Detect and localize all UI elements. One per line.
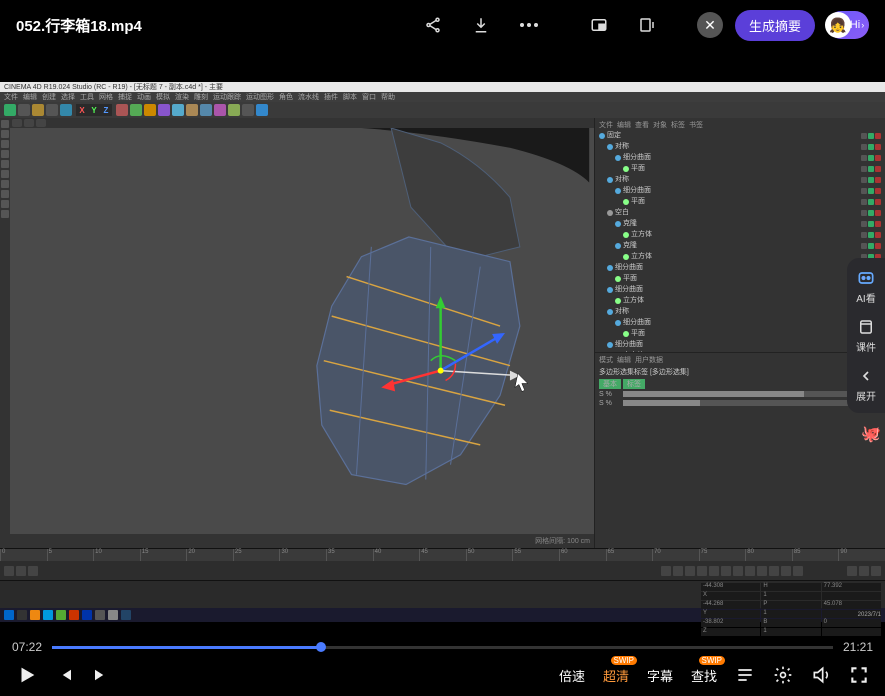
tree-row: 空白 — [599, 207, 881, 218]
drawer-expand[interactable]: 展开 — [856, 366, 876, 403]
progress-bar-row: 07:22 21:21 — [0, 640, 885, 654]
book-icon — [856, 317, 876, 337]
video-title: 052.行李箱18.mp4 — [16, 15, 403, 36]
c4d-menubar: 文件编辑创建选择工具网格捕捉动画模拟渲染雕刻运动跟踪运动图形角色流水线插件脚本窗… — [0, 92, 885, 102]
progress-fill — [52, 646, 321, 649]
tree-row: 平面 — [599, 328, 881, 339]
fullscreen-icon[interactable] — [849, 665, 869, 685]
time-current: 07:22 — [12, 640, 42, 654]
tree-row: 立方体 — [599, 251, 881, 262]
settings-icon[interactable] — [773, 665, 793, 685]
side-drawer: AI看 课件 展开 — [847, 258, 885, 413]
timeline: 051015202530354045505560657075808590 — [0, 548, 885, 580]
tree-row: 细分曲面 — [599, 284, 881, 295]
prev-button[interactable] — [56, 666, 74, 684]
close-icon[interactable]: ✕ — [697, 12, 723, 38]
attribute-manager: 模式编辑用户数据 多边形选集标签 [多边形选集] 基本 标签 S %S % — [595, 353, 885, 548]
viewport-status: 网格间隔: 100 cm — [10, 534, 594, 548]
tree-row: 细分曲面 — [599, 262, 881, 273]
swip-badge: SWIP — [699, 656, 725, 665]
tree-row: 对称 — [599, 174, 881, 185]
mesh-object — [317, 237, 528, 485]
time-total: 21:21 — [843, 640, 873, 654]
theater-icon[interactable] — [629, 7, 665, 43]
tree-row: 平面 — [599, 163, 881, 174]
ai-icon — [856, 268, 876, 288]
playlist-icon[interactable] — [735, 665, 755, 685]
swip-badge: SWIP — [611, 656, 637, 665]
c4d-window: CINEMA 4D R19.024 Studio (RC - R19) - [无… — [0, 82, 885, 594]
player-controls: 倍速 超清 SWIP 字幕 查找 SWIP — [0, 654, 885, 696]
c4d-left-toolbar — [0, 118, 10, 548]
video-top-bar: 052.行李箱18.mp4 ✕ 生成摘要 👧 Hi › — [0, 0, 885, 50]
share-icon[interactable] — [415, 7, 451, 43]
tree-row: 细分曲面 — [599, 317, 881, 328]
tree-row: 细分曲面 — [599, 152, 881, 163]
c4d-toolbar: X Y Z — [0, 102, 885, 118]
tree-row: 平面 — [599, 196, 881, 207]
next-button[interactable] — [92, 666, 110, 684]
progress-thumb[interactable] — [316, 642, 326, 652]
video-frame: CINEMA 4D R19.024 Studio (RC - R19) - [无… — [0, 82, 885, 594]
mascot-icon: 🐙 — [861, 424, 881, 444]
tree-row: 细分曲面 — [599, 339, 881, 350]
tree-row: 立方体 — [599, 295, 881, 306]
coord-bar: -44.308H77.392X1-44.268P45.078Y1-38.802B… — [0, 580, 885, 608]
object-manager: 文件编辑查看对象标签书签 固定对称细分曲面平面对称细分曲面平面空白克隆立方体克隆… — [595, 118, 885, 353]
generate-summary-button[interactable]: 生成摘要 — [735, 10, 815, 41]
progress-track[interactable] — [52, 646, 833, 649]
drawer-courseware[interactable]: 课件 — [856, 317, 876, 354]
tree-row: 对称 — [599, 306, 881, 317]
tree-row: 立方体 — [599, 229, 881, 240]
tree-row: 克隆 — [599, 218, 881, 229]
play-button[interactable] — [16, 664, 38, 686]
subtitle-button[interactable]: 字幕 — [647, 666, 673, 685]
drawer-ai-watch[interactable]: AI看 — [856, 268, 876, 305]
search-button[interactable]: 查找 SWIP — [691, 666, 717, 685]
download-icon[interactable] — [463, 7, 499, 43]
more-icon[interactable] — [511, 7, 547, 43]
tree-row: 固定 — [599, 130, 881, 141]
xyz-toggle: X Y Z — [76, 104, 112, 116]
c4d-viewport: 网格间隔: 100 cm — [10, 118, 595, 548]
tree-row: 克隆 — [599, 240, 881, 251]
avatar[interactable]: 👧 Hi › — [827, 11, 869, 39]
chevron-left-icon — [856, 366, 876, 386]
tree-row: 细分曲面 — [599, 185, 881, 196]
pip-icon[interactable] — [581, 7, 617, 43]
tree-row: 平面 — [599, 273, 881, 284]
quality-button[interactable]: 超清 SWIP — [603, 666, 629, 685]
volume-icon[interactable] — [811, 665, 831, 685]
tree-row: 对称 — [599, 141, 881, 152]
c4d-titlebar: CINEMA 4D R19.024 Studio (RC - R19) - [无… — [0, 82, 885, 92]
speed-button[interactable]: 倍速 — [559, 666, 585, 685]
